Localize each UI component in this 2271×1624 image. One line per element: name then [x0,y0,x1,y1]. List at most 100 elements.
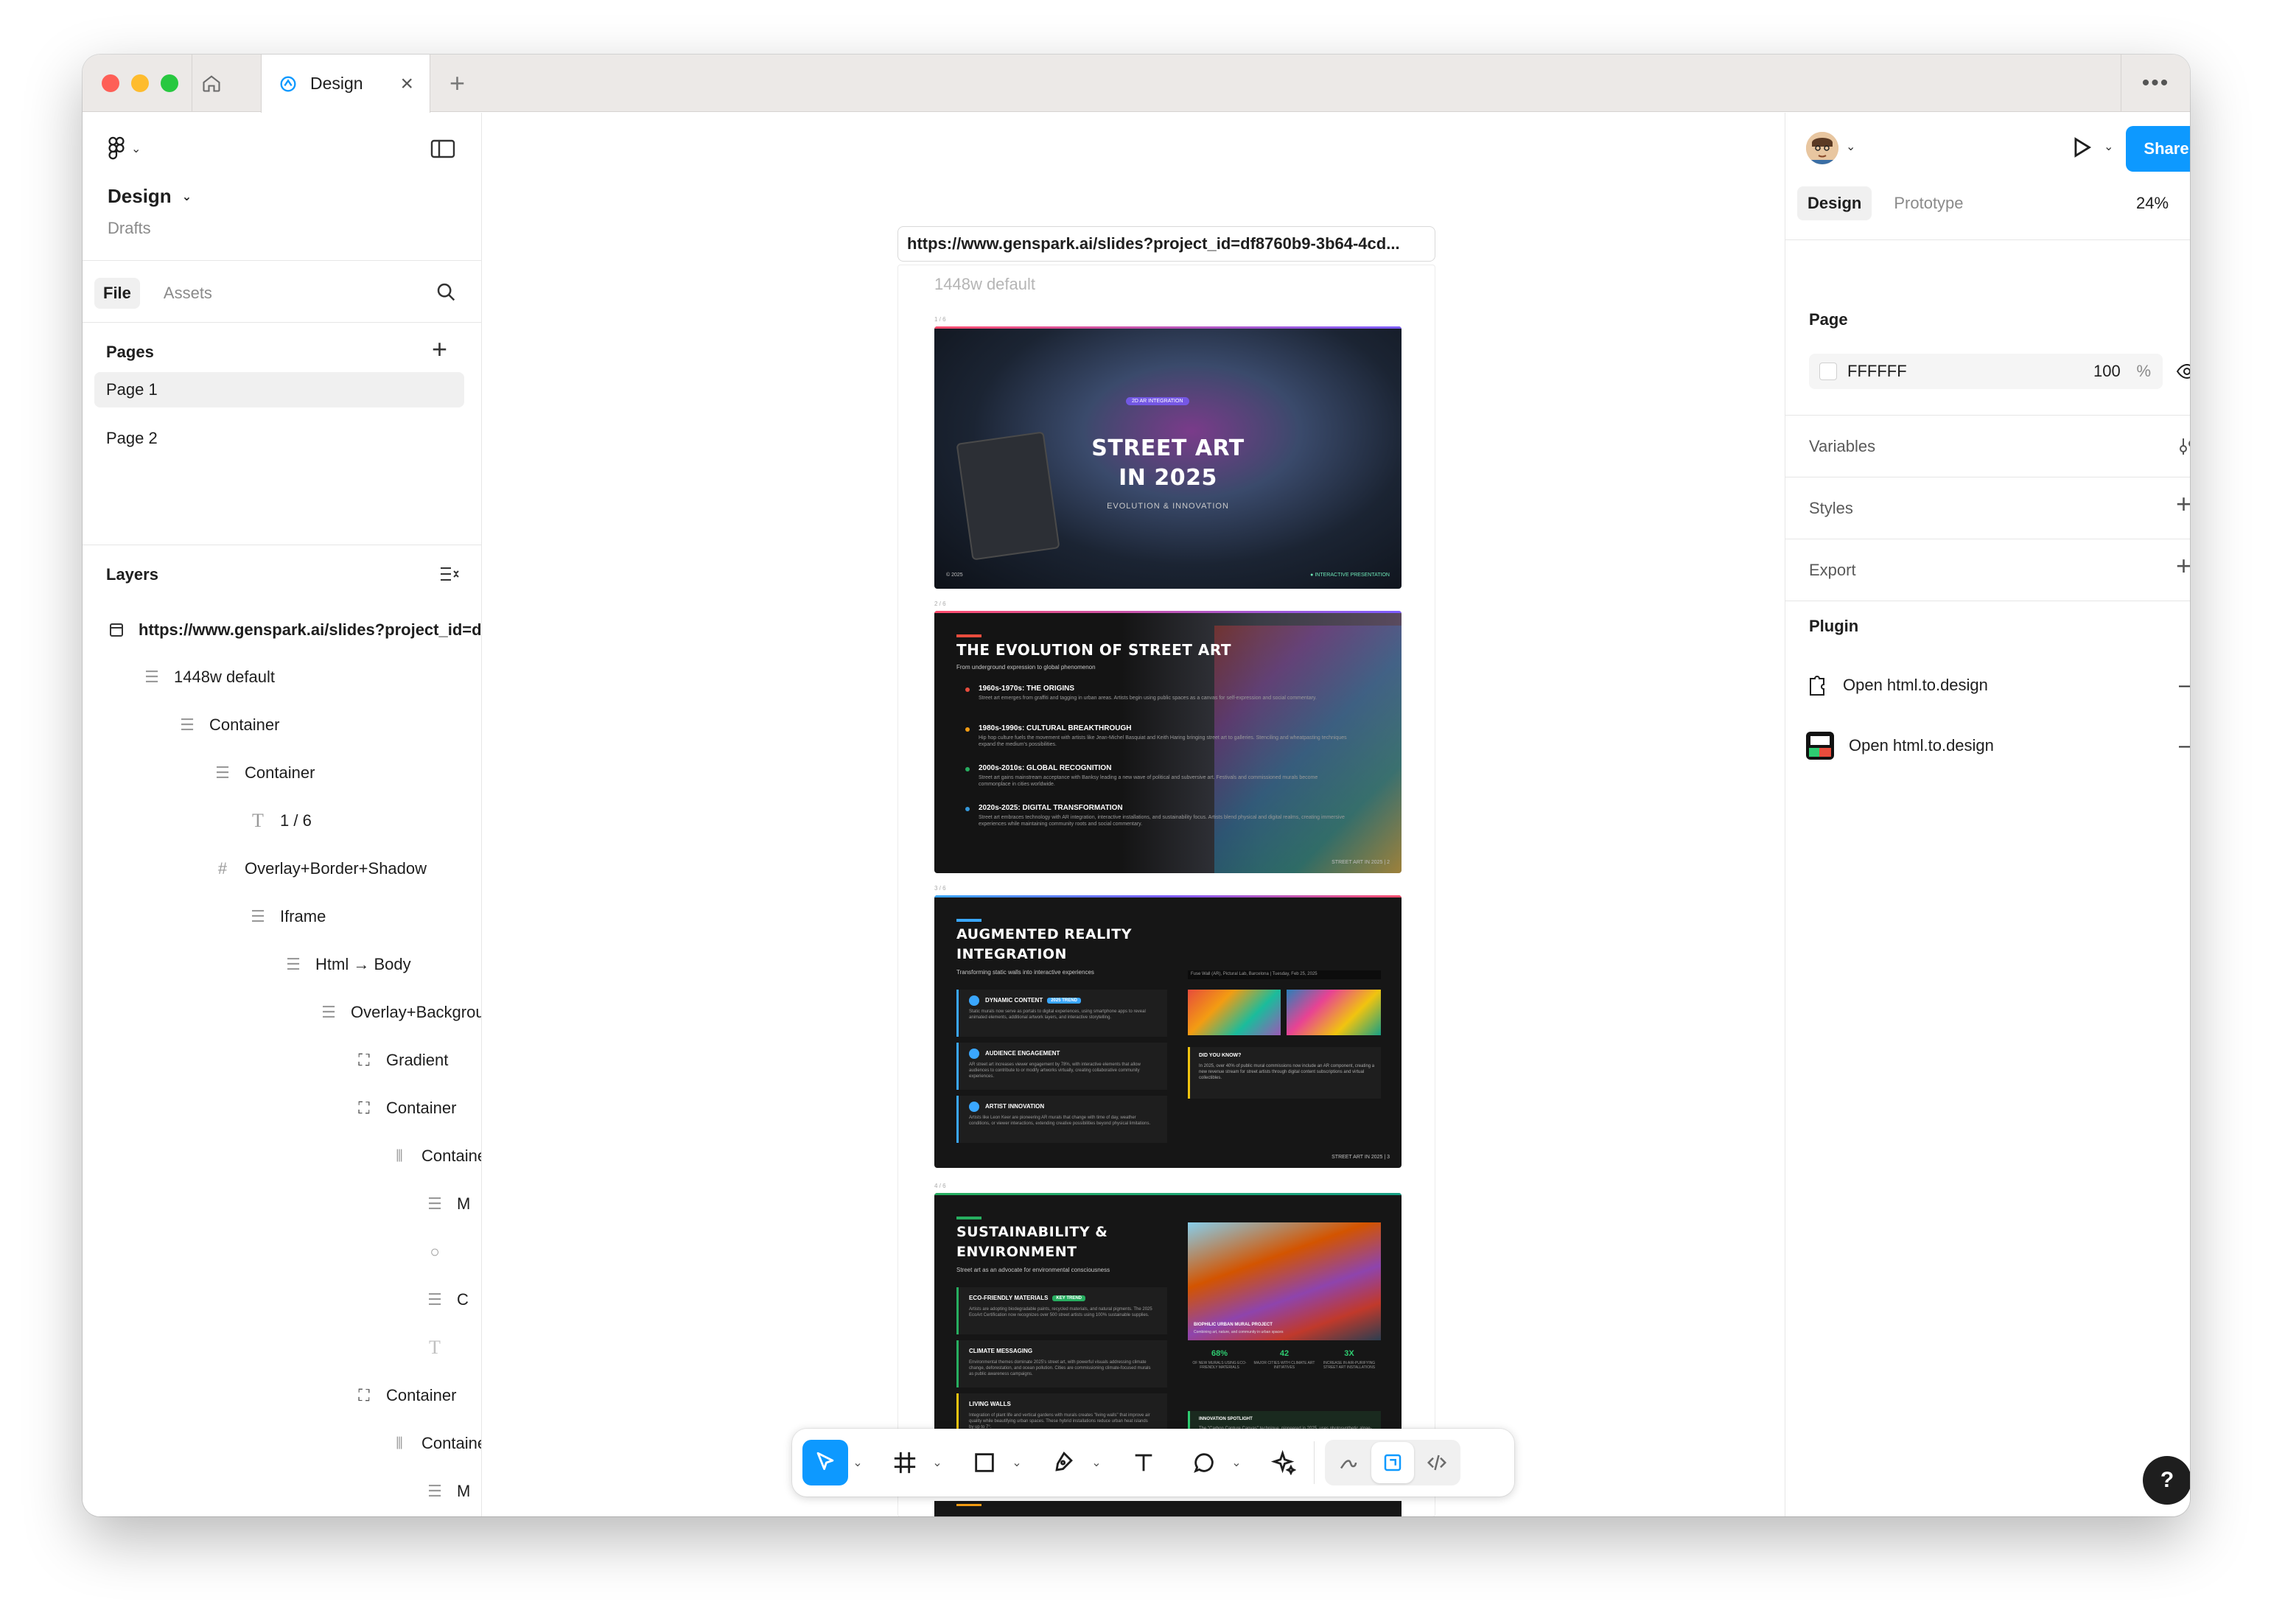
page-color-field[interactable]: FFFFFF 100 % [1809,354,2163,389]
dev-mode-button[interactable] [1416,1442,1458,1483]
comment-tool-button[interactable] [1181,1440,1227,1485]
frame-corners-icon: ⛶ [358,1051,370,1069]
plus-icon[interactable]: + [449,68,465,99]
remove-plugin-icon[interactable]: — [2179,673,2190,698]
layer-label: M [457,1482,471,1500]
layer-row[interactable]: https://www.genspark.ai/slides?project_i… [108,615,481,645]
chevron-down-icon[interactable]: ⌄ [1846,139,1855,154]
layer-row[interactable]: ⫴ Container [391,1429,481,1458]
pen-tool-button[interactable] [1041,1440,1087,1485]
slide-1[interactable]: 2D AR INTEGRATION STREET ART IN 2025 EVO… [934,326,1402,589]
layer-label: Container [421,1147,481,1165]
layer-row[interactable]: ☰ Overlay+Background [320,998,481,1027]
card-tag: 2025 TREND [1047,997,1081,1004]
color-swatch[interactable] [1819,363,1837,380]
layer-row[interactable]: ☰ 1448w default [143,662,275,692]
variables-label[interactable]: Variables [1809,437,1875,456]
text-tool-button[interactable] [1121,1440,1166,1485]
maximize-window-button[interactable] [161,74,178,92]
slide-4[interactable]: SUSTAINABILITY & ENVIRONMENT Street art … [934,1193,1402,1458]
chevron-down-icon[interactable]: ⌄ [2104,139,2113,154]
page-color-value[interactable]: FFFFFF [1847,362,1907,381]
layer-row[interactable]: # Overlay+Border+Shadow [214,854,427,883]
layer-row[interactable]: ⫴ Container [391,1141,481,1171]
chevron-down-icon[interactable]: ⌄ [848,1455,867,1470]
design-mode-button[interactable] [1371,1442,1414,1483]
layer-row[interactable]: T 1 / 6 [249,806,312,836]
avatar[interactable] [1806,132,1838,164]
project-name[interactable]: Drafts [108,219,151,238]
card-desc: Static murals now serve as portals to di… [969,1009,1146,1020]
search-button[interactable] [435,281,457,307]
title-bar: Design × + ••• [83,55,2190,113]
zoom-level[interactable]: 24% [2136,194,2169,213]
toolbar-divider [1314,1441,1315,1484]
tab-design[interactable]: Design × [261,55,430,113]
page-item-1[interactable]: Page 1 [94,372,464,407]
tab-file[interactable]: File [94,278,140,309]
frame-name-label[interactable]: https://www.genspark.ai/slides?project_i… [897,226,1435,262]
layer-label: Container [209,715,280,734]
tab-design[interactable]: Design [1797,186,1872,220]
layers-heading: Layers [106,565,158,584]
add-export-button[interactable]: + [2176,550,2190,581]
layer-row[interactable]: ☰ Container [178,710,279,740]
timeline-title: 1960s-1970s: THE ORIGINS [979,685,1075,693]
toggle-sidebar-button[interactable] [430,139,455,162]
layer-row[interactable]: ☰ C [426,1285,469,1315]
ai-tool-button[interactable] [1261,1440,1306,1485]
card-title: LIVING WALLS [969,1401,1011,1407]
add-page-button[interactable]: + [432,334,447,365]
close-icon[interactable]: × [400,72,413,95]
help-button[interactable]: ? [2143,1456,2190,1505]
cursor-icon [816,1452,834,1470]
home-button[interactable] [192,55,230,112]
pen-icon [1055,1451,1073,1471]
page-opacity-value[interactable]: 100 [2093,362,2121,381]
layer-row[interactable]: ⛶ Container [355,1381,456,1410]
layer-row[interactable]: ○ [426,1237,444,1267]
layer-row[interactable]: ☰ Container [214,758,315,788]
layer-row[interactable]: ☰ Iframe [249,902,326,931]
main-menu-button[interactable]: ⌄ [108,136,141,161]
auto-layout-icon: ☰ [180,715,195,734]
chevron-down-icon[interactable]: ⌄ [1087,1455,1106,1470]
variables-button[interactable] [2177,437,2190,460]
layer-row[interactable]: ☰ M [426,1477,470,1506]
present-button[interactable] [2068,135,2093,164]
slide-2[interactable]: THE EVOLUTION OF STREET ART From undergr… [934,611,1402,873]
plugin-item[interactable]: Open html.to.design — [1806,667,2190,704]
layer-row[interactable]: ⛶ Gradient [355,1046,448,1075]
left-panel: ⌄ Design ⌄ Drafts File Assets Pages + Pa… [83,113,482,1516]
sliders-icon [2180,438,2190,455]
layer-row[interactable]: ☰ M [426,1189,470,1219]
tab-assets[interactable]: Assets [155,278,221,309]
frame-tool-button[interactable] [882,1440,928,1485]
layers-list-options-button[interactable] [439,565,460,587]
minimize-window-button[interactable] [131,74,149,92]
remove-plugin-icon[interactable]: — [2179,733,2190,758]
layer-row[interactable]: T [426,1333,444,1362]
add-style-button[interactable]: + [2176,489,2190,519]
auto-layout-icon: ☰ [215,763,230,782]
chevron-down-icon[interactable]: ⌄ [1227,1455,1246,1470]
close-window-button[interactable] [102,74,119,92]
page-item-2[interactable]: Page 2 [94,421,464,456]
layer-row[interactable]: ⛶ Container [355,1093,456,1123]
file-name[interactable]: Design ⌄ [108,185,192,208]
draw-mode-button[interactable] [1327,1442,1370,1483]
chevron-down-icon[interactable]: ⌄ [1007,1455,1026,1470]
rectangle-tool-button[interactable] [962,1440,1007,1485]
canvas[interactable]: https://www.genspark.ai/slides?project_i… [483,113,1784,1516]
move-tool-button[interactable] [802,1440,848,1485]
share-button[interactable]: Share [2126,126,2190,172]
feature-card: AUDIENCE ENGAGEMENT AR street art increa… [956,1043,1167,1090]
slide-3[interactable]: AUGMENTED REALITY INTEGRATION Transformi… [934,895,1402,1168]
visibility-toggle[interactable] [2176,363,2190,384]
more-icon[interactable]: ••• [2121,55,2190,112]
plugin-item[interactable]: Open html.to.design — [1806,727,2190,764]
chevron-down-icon[interactable]: ⌄ [928,1455,947,1470]
layer-row[interactable]: ☰ Html → Body [284,950,410,979]
tab-prototype[interactable]: Prototype [1883,186,1973,220]
card-title: DYNAMIC CONTENT 2025 TREND [985,997,1081,1004]
